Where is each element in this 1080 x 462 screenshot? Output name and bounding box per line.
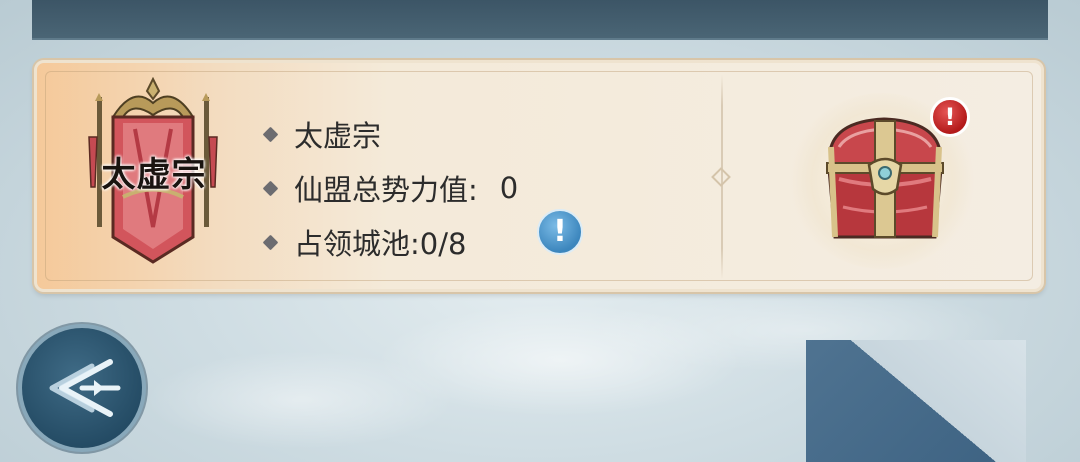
cities-row: 占领城池:0/8 — [262, 215, 518, 269]
back-button[interactable] — [22, 328, 142, 448]
alert-badge-icon: ! — [930, 97, 970, 137]
power-label: 仙盟总势力值: — [294, 173, 478, 207]
diamond-bullet-icon — [262, 234, 279, 250]
power-row: 仙盟总势力值: 0 — [262, 161, 519, 215]
sect-name-row: 太虚宗 — [262, 107, 518, 161]
top-frame-bar — [32, 0, 1048, 38]
occupied-cities: 占领城池:0/8 — [294, 227, 467, 261]
info-icon[interactable]: ! — [537, 209, 583, 255]
diamond-bullet-icon — [262, 126, 279, 142]
diamond-bullet-icon — [262, 180, 279, 196]
alliance-info-panel: 太虚宗 太虚宗 仙盟总势力值: 0 占领城池:0/8 ! ! — [34, 60, 1044, 292]
back-arrow-icon — [49, 359, 121, 417]
banner-sect-name: 太虚宗 — [101, 155, 207, 195]
sect-name: 太虚宗 — [294, 119, 382, 153]
corner-panel-frame — [806, 340, 1026, 462]
alliance-stats: 太虚宗 仙盟总势力值: 0 占领城池:0/8 — [262, 107, 519, 269]
power-value: 0 — [499, 171, 519, 205]
